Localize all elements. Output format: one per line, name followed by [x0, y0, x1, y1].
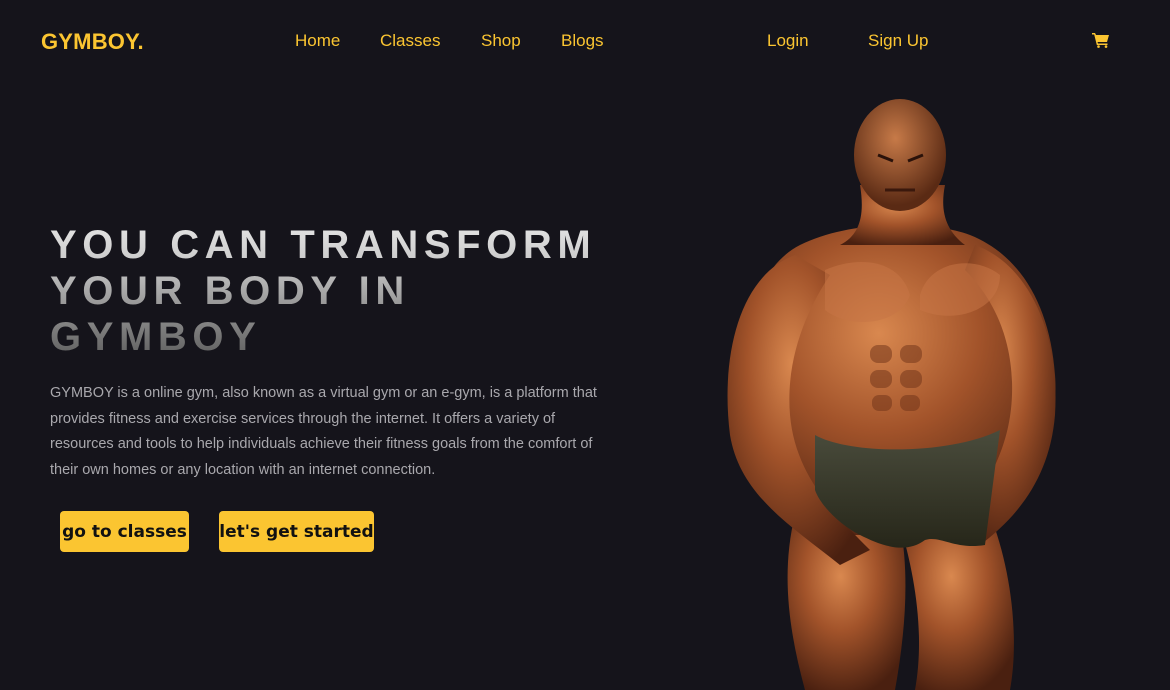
nav-shop-link[interactable]: Shop	[481, 31, 521, 51]
hero-headline: YOU CAN TRANSFORM YOUR BODY IN GYMBOY	[50, 222, 670, 360]
headline-line-2: YOUR BODY IN	[50, 269, 410, 313]
headline-line-3: GYMBOY	[50, 315, 262, 359]
signup-link[interactable]: Sign Up	[868, 31, 928, 51]
nav-classes-link[interactable]: Classes	[380, 31, 440, 51]
go-to-classes-button[interactable]: go to classes	[60, 511, 189, 552]
login-link[interactable]: Login	[767, 31, 809, 51]
get-started-button[interactable]: let's get started	[219, 511, 374, 552]
hero-description: GYMBOY is a online gym, also known as a …	[50, 385, 597, 478]
headline-line-1: YOU CAN TRANSFORM	[50, 223, 597, 267]
cart-icon[interactable]	[1092, 32, 1110, 48]
site-logo[interactable]: GYMBOY.	[41, 29, 144, 55]
nav-home-link[interactable]: Home	[295, 31, 340, 51]
bodybuilder-photo	[727, 99, 1056, 690]
page: GYMBOY. Home Classes Shop Blogs Login Si…	[0, 0, 1170, 690]
nav-blogs-link[interactable]: Blogs	[561, 31, 604, 51]
